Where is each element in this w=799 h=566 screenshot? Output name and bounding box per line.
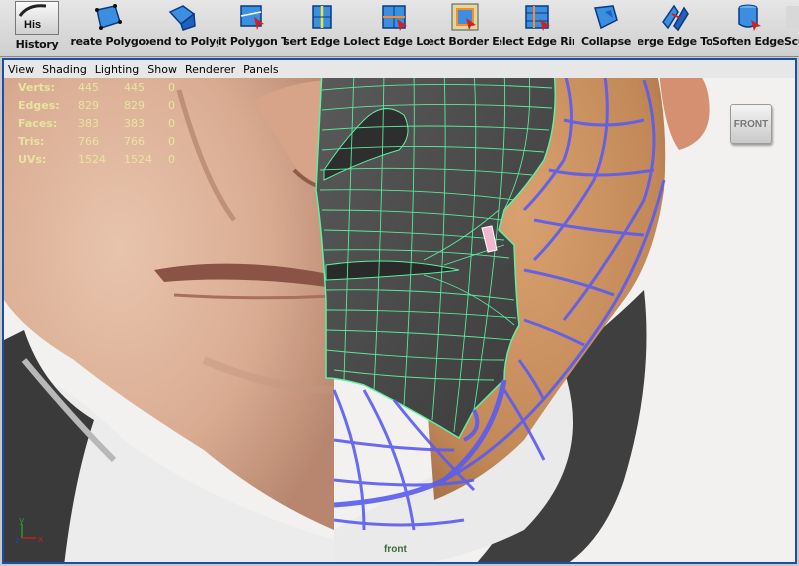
menu-show[interactable]: Show xyxy=(147,63,177,76)
hud-value: 0 xyxy=(168,98,175,112)
insert-edge-loop-button[interactable]: Insert Edge Loop xyxy=(286,2,358,52)
sculpt-label: Sculpt xyxy=(784,35,799,48)
hud-value: 0 xyxy=(168,80,175,94)
merge-edge-label: Merge Edge Tool xyxy=(638,35,712,48)
hud-value: 445 xyxy=(124,80,145,94)
hud-value: 1524 xyxy=(124,152,152,166)
hud-label: UVs: xyxy=(18,152,47,166)
create-polygon-icon xyxy=(95,4,122,30)
hud-value: 383 xyxy=(78,116,99,130)
poly-count-hud: Verts: 445 445 0 Edges: 829 829 0 Faces:… xyxy=(18,78,188,168)
collapse-button[interactable]: Collapse xyxy=(574,2,638,52)
hud-label: Faces: xyxy=(18,116,58,130)
hud-row-tris: Tris: 766 766 0 xyxy=(18,132,188,150)
hud-label: Edges: xyxy=(18,98,60,112)
select-edge-ring-button[interactable]: Select Edge Ring xyxy=(500,2,574,52)
select-edge-loop-button[interactable]: Select Edge Loop xyxy=(358,2,430,52)
history-button[interactable]: His History xyxy=(6,1,68,53)
select-edge-ring-label: Select Edge Ring xyxy=(500,35,574,48)
split-polygon-icon xyxy=(240,5,264,30)
insert-edge-loop-label: Insert Edge Loop xyxy=(286,35,358,48)
panel-menu-bar: View Shading Lighting Show Renderer Pane… xyxy=(4,60,795,78)
collapse-label: Collapse xyxy=(580,35,632,48)
menu-renderer[interactable]: Renderer xyxy=(185,63,235,76)
soften-edge-icon xyxy=(738,4,761,31)
history-label: History xyxy=(15,38,59,51)
hud-value: 766 xyxy=(124,134,145,148)
soften-edge-label: Soften Edge xyxy=(712,35,784,48)
merge-edge-button[interactable]: Merge Edge Tool xyxy=(638,2,712,52)
hud-value: 0 xyxy=(168,152,175,166)
merge-edge-icon xyxy=(662,4,689,32)
view-cube-front[interactable]: FRONT xyxy=(730,104,772,144)
hud-row-verts: Verts: 445 445 0 xyxy=(18,78,188,96)
split-polygon-button[interactable]: Split Polygon Tool xyxy=(218,2,286,52)
append-polygon-icon xyxy=(168,5,196,31)
camera-name-label: front xyxy=(384,544,407,555)
hud-row-edges: Edges: 829 829 0 xyxy=(18,96,188,114)
hud-value: 383 xyxy=(124,116,145,130)
insert-edge-loop-icon xyxy=(312,5,332,29)
menu-shading[interactable]: Shading xyxy=(42,63,87,76)
axis-z-label: z xyxy=(15,536,20,546)
split-polygon-label: Split Polygon Tool xyxy=(218,35,286,48)
hud-value: 445 xyxy=(78,80,99,94)
create-polygon-label: Create Polygon xyxy=(70,35,146,48)
select-border-edge-label: Select Border Edge xyxy=(430,35,500,48)
menu-panels[interactable]: Panels xyxy=(243,63,278,76)
select-edge-loop-label: Select Edge Loop xyxy=(358,35,430,48)
axis-x-label: x xyxy=(38,535,44,545)
hud-value: 766 xyxy=(78,134,99,148)
append-polygon-button[interactable]: Append to Polygon xyxy=(146,2,218,52)
create-polygon-button[interactable]: Create Polygon xyxy=(70,2,146,52)
hud-row-uvs: UVs: 1524 1524 0 xyxy=(18,150,188,168)
history-icon: His xyxy=(15,1,59,35)
select-border-edge-button[interactable]: Select Border Edge xyxy=(430,2,500,52)
hud-value: 0 xyxy=(168,134,175,148)
hud-row-faces: Faces: 383 383 0 xyxy=(18,114,188,132)
soften-edge-button[interactable]: Soften Edge xyxy=(712,2,784,52)
append-polygon-label: Append to Polygon xyxy=(146,35,218,48)
select-edge-loop-icon xyxy=(382,5,407,31)
front-viewport[interactable]: View Shading Lighting Show Renderer Pane… xyxy=(2,58,797,564)
axis-gizmo: y z x xyxy=(15,516,44,546)
hud-label: Verts: xyxy=(18,80,56,94)
history-icon-text: His xyxy=(24,19,42,31)
hud-value: 0 xyxy=(168,116,175,130)
hud-value: 829 xyxy=(124,98,145,112)
select-edge-ring-icon xyxy=(525,5,550,31)
collapse-icon xyxy=(594,5,618,30)
hud-value: 1524 xyxy=(78,152,106,166)
menu-view[interactable]: View xyxy=(8,63,34,76)
select-border-icon xyxy=(451,3,479,31)
hud-label: Tris: xyxy=(18,134,45,148)
polygon-shelf: His History Create Polygon Append to Pol… xyxy=(0,0,799,57)
sculpt-icon xyxy=(786,6,799,28)
sculpt-button[interactable]: Sculpt xyxy=(784,2,799,52)
swoosh-icon xyxy=(18,4,47,17)
hud-value: 829 xyxy=(78,98,99,112)
axis-y-label: y xyxy=(19,516,25,526)
menu-lighting[interactable]: Lighting xyxy=(95,63,139,76)
